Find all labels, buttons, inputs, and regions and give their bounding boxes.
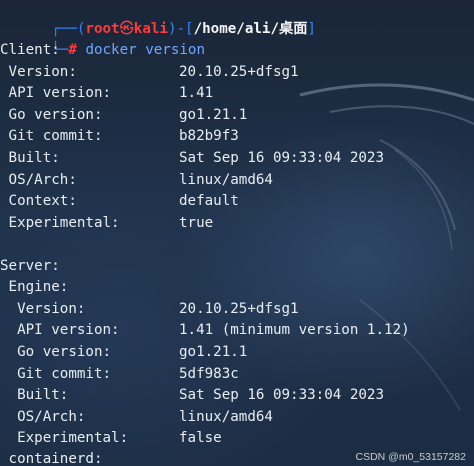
prompt-line: ┌──(root㉿kali)-[/home/ali/桌面]	[0, 0, 316, 37]
row-value: Sat Sep 16 09:33:04 2023	[179, 150, 384, 166]
csdn-watermark: CSDN @m0_53157282	[355, 451, 466, 463]
prompt-hash: #	[68, 42, 77, 58]
row-value: 5df983c	[179, 366, 239, 382]
engine-header: Engine:	[0, 279, 69, 295]
row-value: go1.21.1	[179, 107, 248, 123]
wallpaper-stroke	[394, 149, 453, 251]
row-key: Go version:	[0, 344, 112, 360]
containerd-header: containerd:	[0, 451, 103, 466]
row-value: b82b9f3	[179, 128, 239, 144]
row-key: OS/Arch:	[0, 409, 86, 425]
row-value: 20.10.25+dfsg1	[179, 64, 299, 80]
row-key: Git commit:	[0, 128, 103, 144]
row-value: linux/amd64	[179, 172, 273, 188]
row-value: true	[179, 215, 214, 231]
row-key: Built:	[0, 387, 69, 403]
wallpaper-stroke	[329, 105, 474, 125]
prompt-frame-close: ]	[307, 21, 316, 37]
row-value: 20.10.25+dfsg1	[179, 301, 299, 317]
row-key: Version:	[0, 64, 77, 80]
row-value: 1.41 (minimum version 1.12)	[179, 322, 410, 338]
row-key: Go version:	[0, 107, 103, 123]
command-line: └─# docker version	[0, 19, 205, 58]
wallpaper-stroke	[379, 139, 456, 231]
row-key: OS/Arch:	[0, 172, 77, 188]
row-key: Version:	[0, 301, 86, 317]
terminal-window[interactable]: ┌──(root㉿kali)-[/home/ali/桌面] └─# docker…	[0, 0, 474, 466]
row-key: Experimental:	[0, 430, 129, 446]
prompt-path: /home/ali/桌面	[193, 21, 308, 37]
server-header: Server:	[0, 258, 60, 274]
command-text: docker version	[85, 42, 206, 58]
row-value: default	[179, 193, 239, 209]
row-key: Experimental:	[0, 215, 120, 231]
row-value: go1.21.1	[179, 344, 248, 360]
row-key: Git commit:	[0, 366, 112, 382]
wallpaper-stroke	[299, 83, 474, 102]
row-key: Built:	[0, 150, 60, 166]
row-key: API version:	[0, 85, 112, 101]
row-value: 1.41	[179, 85, 214, 101]
row-value: false	[179, 430, 222, 446]
row-value: Sat Sep 16 09:33:04 2023	[179, 387, 384, 403]
row-key: Context:	[0, 193, 77, 209]
row-key: API version:	[0, 322, 120, 338]
row-value: linux/amd64	[179, 409, 273, 425]
client-header: Client:	[0, 42, 60, 58]
